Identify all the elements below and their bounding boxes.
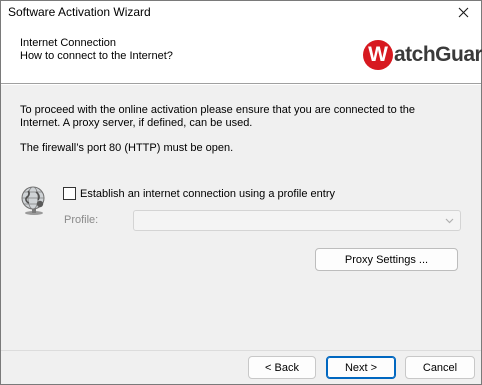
window-title: Software Activation Wizard [8, 5, 151, 19]
cancel-button[interactable]: Cancel [405, 356, 475, 379]
globe-network-icon [20, 186, 48, 216]
wizard-window: Software Activation Wizard Internet Conn… [0, 0, 482, 385]
profile-connection-checkbox-label[interactable]: Establish an internet connection using a… [80, 188, 335, 200]
port-note-text: The firewall’s port 80 (HTTP) must be op… [20, 142, 234, 154]
watchguard-logo: WatchGuard® [363, 37, 482, 73]
title-bar: Software Activation Wizard [1, 1, 481, 23]
close-icon [458, 7, 468, 17]
wizard-body: To proceed with the online activation pl… [1, 85, 481, 350]
next-button[interactable]: Next > [326, 356, 396, 379]
logo-mark: W [363, 40, 393, 70]
back-button[interactable]: < Back [248, 356, 316, 379]
proxy-settings-button[interactable]: Proxy Settings ... [315, 248, 458, 271]
instructions-text: To proceed with the online activation pl… [20, 104, 416, 129]
profile-connection-checkbox[interactable] [63, 187, 76, 200]
logo-text: atchGuard [394, 43, 482, 66]
profile-label: Profile: [64, 214, 99, 226]
header-subtitle: How to connect to the Internet? [20, 50, 173, 62]
profile-dropdown[interactable] [133, 210, 461, 231]
profile-checkbox-row[interactable]: Establish an internet connection using a… [63, 187, 335, 200]
wizard-header: Internet Connection How to connect to th… [1, 23, 482, 84]
close-button[interactable] [449, 2, 477, 22]
header-title: Internet Connection [20, 37, 117, 49]
chevron-down-icon [445, 218, 454, 224]
